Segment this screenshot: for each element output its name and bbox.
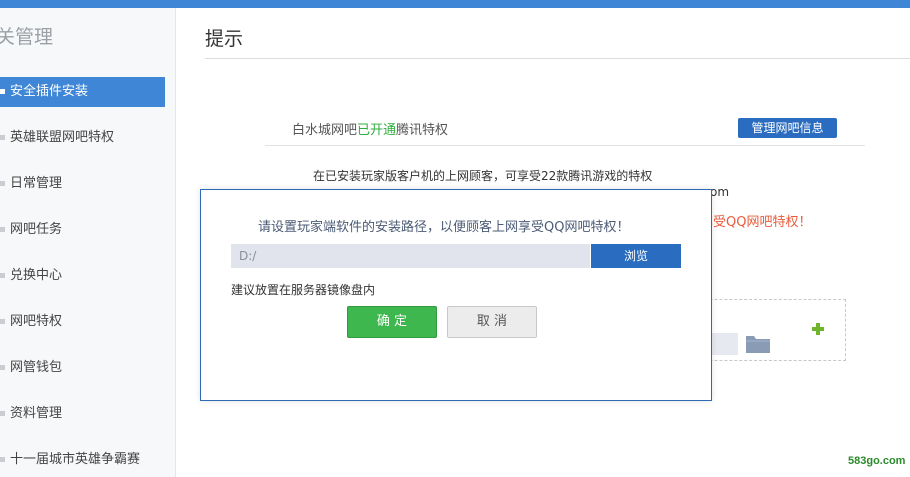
sidebar-item-label: 网管钱包 bbox=[10, 360, 63, 375]
sidebar-title: 关管理 bbox=[0, 26, 54, 48]
sidebar-item-label: 网吧任务 bbox=[10, 222, 63, 237]
install-path-dialog: 请设置玩家端软件的安装路径，以便顾客上网享受QQ网吧特权！ 浏览 建议放置在服务… bbox=[200, 189, 712, 401]
page-title: 提示 bbox=[205, 28, 244, 50]
bullet-icon bbox=[0, 135, 5, 140]
status-divider bbox=[265, 145, 865, 146]
sidebar-item-profile-management[interactable]: 资料管理 bbox=[0, 399, 165, 429]
sidebar-item-daily-management[interactable]: 日常管理 bbox=[0, 169, 165, 199]
sidebar-item-wallet[interactable]: 网管钱包 bbox=[0, 353, 165, 383]
bullet-icon bbox=[0, 319, 5, 324]
cafe-name: 白水城网吧 bbox=[292, 123, 358, 138]
sidebar-item-label: 日常管理 bbox=[10, 176, 63, 191]
sidebar-item-lol-privilege[interactable]: 英雄联盟网吧特权 bbox=[0, 123, 165, 153]
dialog-message: 请设置玩家端软件的安装路径，以便顾客上网享受QQ网吧特权！ bbox=[258, 220, 630, 235]
bullet-icon bbox=[0, 89, 5, 94]
browse-button[interactable]: 浏览 bbox=[591, 244, 681, 268]
bullet-icon bbox=[0, 365, 5, 370]
bullet-icon bbox=[0, 227, 5, 232]
sidebar-item-cafe-tasks[interactable]: 网吧任务 bbox=[0, 215, 165, 245]
manage-cafe-info-button[interactable]: 管理网吧信息 bbox=[738, 118, 837, 138]
sidebar-item-label: 英雄联盟网吧特权 bbox=[10, 130, 115, 145]
cafe-status: 白水城网吧已开通腾讯特权 bbox=[292, 119, 448, 138]
confirm-button[interactable]: 确 定 bbox=[347, 306, 437, 338]
sidebar-item-label: 兑换中心 bbox=[10, 268, 63, 283]
bullet-icon bbox=[0, 457, 5, 462]
status-suffix: 腾讯特权 bbox=[396, 123, 449, 138]
sidebar-item-label: 网吧特权 bbox=[10, 314, 63, 329]
sidebar-item-exchange-center[interactable]: 兑换中心 bbox=[0, 261, 165, 291]
bullet-icon bbox=[0, 273, 5, 278]
cancel-button[interactable]: 取 消 bbox=[447, 306, 537, 338]
folder-icon[interactable] bbox=[745, 332, 771, 354]
status-highlight: 已开通 bbox=[357, 123, 397, 138]
sidebar-item-label: 安全插件安装 bbox=[10, 84, 89, 99]
path-hint: 建议放置在服务器镜像盘内 bbox=[231, 283, 376, 297]
title-divider bbox=[205, 58, 910, 59]
sidebar: 关管理 安全插件安装 英雄联盟网吧特权 日常管理 网吧任务 兑换中心 网吧特权 … bbox=[0, 8, 176, 477]
privilege-notice: 享受QQ网吧特权！ bbox=[700, 215, 812, 230]
sidebar-item-plugin-install[interactable]: 安全插件安装 bbox=[0, 77, 165, 107]
top-bar bbox=[0, 0, 910, 8]
bullet-icon bbox=[0, 181, 5, 186]
bullet-icon bbox=[0, 411, 5, 416]
description-tail: om bbox=[710, 185, 730, 199]
description-line: 在已安装玩家版客户机的上网顾客，可享受22款腾讯游戏的特权 bbox=[313, 169, 653, 183]
sidebar-item-city-hero-contest[interactable]: 十一届城市英雄争霸赛 bbox=[0, 445, 165, 475]
sidebar-item-label: 资料管理 bbox=[10, 406, 63, 421]
sidebar-item-cafe-privilege[interactable]: 网吧特权 bbox=[0, 307, 165, 337]
install-path-input[interactable] bbox=[231, 244, 590, 268]
site-watermark: 583go.com bbox=[848, 455, 906, 467]
plus-icon[interactable] bbox=[811, 322, 825, 336]
sidebar-item-label: 十一届城市英雄争霸赛 bbox=[10, 452, 141, 467]
